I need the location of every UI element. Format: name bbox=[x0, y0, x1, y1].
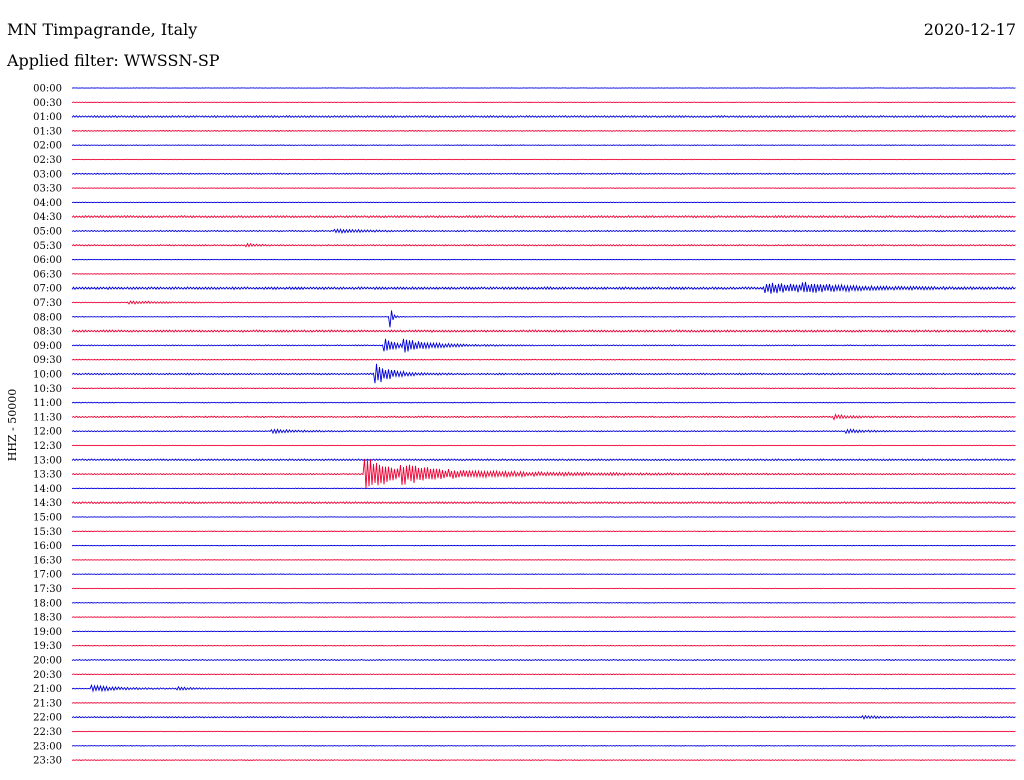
trace-time-label: 19:30 bbox=[33, 641, 62, 652]
seismogram-trace bbox=[71, 501, 1016, 505]
trace-group: 00:00 00:30 01:00 01:30 02:00 02:30 03:00 03:30… bbox=[33, 84, 1016, 767]
trace-time-label: 17:00 bbox=[33, 570, 62, 581]
trace-time-label: 21:00 bbox=[33, 684, 62, 695]
trace-time-label: 15:30 bbox=[33, 527, 62, 538]
seismogram-trace bbox=[71, 228, 1016, 235]
seismogram-trace bbox=[71, 144, 1016, 146]
seismogram-trace bbox=[71, 172, 1016, 175]
trace-time-label: 21:30 bbox=[33, 698, 62, 709]
trace-time-label: 23:30 bbox=[33, 756, 62, 767]
trace-time-label: 11:00 bbox=[33, 398, 62, 409]
trace-time-label: 18:30 bbox=[33, 613, 62, 624]
seismogram-trace bbox=[71, 214, 1016, 219]
seismogram-trace bbox=[71, 338, 1016, 353]
seismogram-trace bbox=[71, 273, 1016, 275]
trace-time-label: 07:30 bbox=[33, 298, 62, 309]
trace-time-label: 16:00 bbox=[33, 541, 62, 552]
seismogram-trace bbox=[71, 714, 1016, 720]
seismogram-trace bbox=[71, 573, 1016, 575]
trace-time-label: 07:00 bbox=[33, 284, 62, 295]
seismogram-trace bbox=[71, 458, 1016, 462]
trace-time-label: 04:00 bbox=[33, 198, 62, 209]
trace-time-label: 15:00 bbox=[33, 513, 62, 524]
seismogram-trace bbox=[71, 201, 1016, 204]
seismogram-trace bbox=[71, 730, 1016, 733]
trace-time-label: 14:00 bbox=[33, 484, 62, 495]
seismogram-trace bbox=[71, 459, 1016, 489]
seismogram-trace bbox=[71, 487, 1016, 490]
trace-time-label: 12:00 bbox=[33, 427, 62, 438]
trace-time-label: 20:00 bbox=[33, 656, 62, 667]
trace-time-label: 18:00 bbox=[33, 598, 62, 609]
seismogram-trace bbox=[71, 187, 1016, 189]
seismogram-trace bbox=[71, 516, 1016, 518]
seismogram-trace bbox=[71, 129, 1016, 132]
seismogram-trace bbox=[71, 530, 1016, 533]
seismogram-trace bbox=[71, 401, 1016, 404]
seismogram-trace bbox=[71, 300, 1016, 305]
seismogram-trace bbox=[71, 587, 1016, 590]
trace-time-label: 08:00 bbox=[33, 312, 62, 323]
seismogram-trace bbox=[71, 329, 1016, 333]
seismogram-trace bbox=[71, 759, 1016, 762]
y-axis-label: HHZ - 50000 bbox=[6, 389, 19, 462]
seismogram-trace bbox=[71, 158, 1016, 161]
trace-time-label: 01:00 bbox=[33, 112, 62, 123]
seismogram-trace bbox=[71, 258, 1016, 261]
seismogram-trace bbox=[71, 544, 1016, 547]
trace-time-label: 20:30 bbox=[33, 670, 62, 681]
seismogram-trace bbox=[71, 428, 1016, 435]
seismogram-trace bbox=[71, 673, 1016, 676]
seismogram-trace bbox=[71, 387, 1016, 390]
seismogram-trace bbox=[71, 559, 1016, 561]
trace-time-label: 17:30 bbox=[33, 584, 62, 595]
seismogram-trace bbox=[71, 115, 1016, 119]
trace-time-label: 23:00 bbox=[33, 741, 62, 752]
trace-time-label: 06:00 bbox=[33, 255, 62, 266]
trace-time-label: 12:30 bbox=[33, 441, 62, 452]
trace-time-label: 02:00 bbox=[33, 141, 62, 152]
trace-time-label: 13:30 bbox=[33, 470, 62, 481]
trace-time-label: 22:30 bbox=[33, 727, 62, 738]
trace-time-label: 05:00 bbox=[33, 227, 62, 238]
trace-time-label: 05:30 bbox=[33, 241, 62, 252]
seismogram-trace bbox=[71, 358, 1016, 361]
seismogram-trace bbox=[71, 702, 1016, 704]
trace-time-label: 08:30 bbox=[33, 327, 62, 338]
trace-time-label: 06:30 bbox=[33, 269, 62, 280]
trace-time-label: 09:30 bbox=[33, 355, 62, 366]
trace-time-label: 10:30 bbox=[33, 384, 62, 395]
trace-time-label: 02:30 bbox=[33, 155, 62, 166]
trace-time-label: 16:30 bbox=[33, 555, 62, 566]
trace-time-label: 14:30 bbox=[33, 498, 62, 509]
seismogram-trace bbox=[71, 310, 1016, 328]
trace-time-label: 00:00 bbox=[33, 84, 62, 95]
trace-time-label: 10:00 bbox=[33, 370, 62, 381]
trace-time-label: 03:00 bbox=[33, 169, 62, 180]
seismogram-trace bbox=[71, 281, 1016, 294]
seismogram-trace bbox=[71, 242, 1016, 248]
trace-time-label: 13:00 bbox=[33, 455, 62, 466]
seismogram-trace bbox=[71, 413, 1016, 421]
trace-time-label: 04:30 bbox=[33, 212, 62, 223]
trace-time-label: 01:30 bbox=[33, 126, 62, 137]
seismogram-trace bbox=[71, 683, 1016, 693]
trace-time-label: 19:00 bbox=[33, 627, 62, 638]
trace-time-label: 09:00 bbox=[33, 341, 62, 352]
trace-time-label: 00:30 bbox=[33, 98, 62, 109]
seismogram-trace bbox=[71, 658, 1016, 662]
trace-time-label: 22:00 bbox=[33, 713, 62, 724]
helicorder-plot: HHZ - 50000 00:00 00:30 01:00 01:30 02:00 02:… bbox=[6, 84, 1016, 767]
seismogram-trace bbox=[71, 644, 1016, 647]
seismogram-trace bbox=[71, 630, 1016, 633]
seismogram-trace bbox=[71, 602, 1016, 604]
trace-time-label: 03:30 bbox=[33, 184, 62, 195]
seismogram-trace bbox=[71, 745, 1016, 747]
seismogram-trace bbox=[71, 444, 1016, 447]
seismogram-trace bbox=[71, 616, 1016, 618]
trace-time-label: 11:30 bbox=[33, 412, 62, 423]
seismogram-trace bbox=[71, 363, 1016, 384]
